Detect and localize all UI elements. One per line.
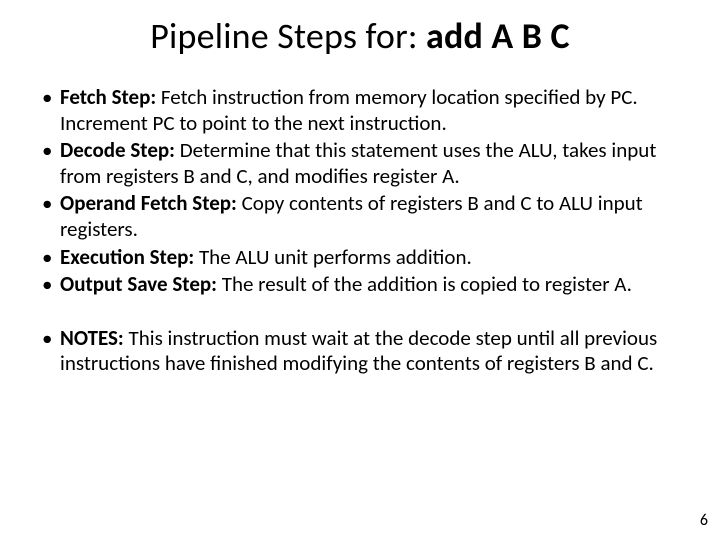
list-item: Output Save Step: The result of the addi… xyxy=(38,272,676,298)
bullet-text: The ALU unit performs addition. xyxy=(194,244,472,270)
bullet-label: Fetch Step: xyxy=(60,84,156,110)
page-number: 6 xyxy=(700,511,708,530)
list-item: Execution Step: The ALU unit performs ad… xyxy=(38,245,676,271)
spacer xyxy=(38,300,676,326)
bullet-label: Execution Step: xyxy=(60,244,194,270)
bullet-label: Output Save Step: xyxy=(60,271,217,297)
slide: Pipeline Steps for: add A B C Fetch Step… xyxy=(0,0,720,540)
list-item: Operand Fetch Step: Copy contents of reg… xyxy=(38,191,676,242)
list-item: Fetch Step: Fetch instruction from memor… xyxy=(38,85,676,136)
slide-body: Fetch Step: Fetch instruction from memor… xyxy=(38,85,676,379)
list-item: Decode Step: Determine that this stateme… xyxy=(38,138,676,189)
bullet-text: The result of the addition is copied to … xyxy=(217,271,632,297)
bullet-text: This instruction must wait at the decode… xyxy=(60,325,657,377)
bullet-label: Operand Fetch Step: xyxy=(60,190,237,216)
bullet-list-main: Fetch Step: Fetch instruction from memor… xyxy=(38,85,676,298)
title-bold: add A B C xyxy=(426,14,570,58)
bullet-label: NOTES: xyxy=(60,325,124,351)
bullet-label: Decode Step: xyxy=(60,137,175,163)
slide-title: Pipeline Steps for: add A B C xyxy=(0,14,720,58)
bullet-list-notes: NOTES: This instruction must wait at the… xyxy=(38,326,676,377)
title-prefix: Pipeline Steps for: xyxy=(150,14,426,58)
list-item: NOTES: This instruction must wait at the… xyxy=(38,326,676,377)
